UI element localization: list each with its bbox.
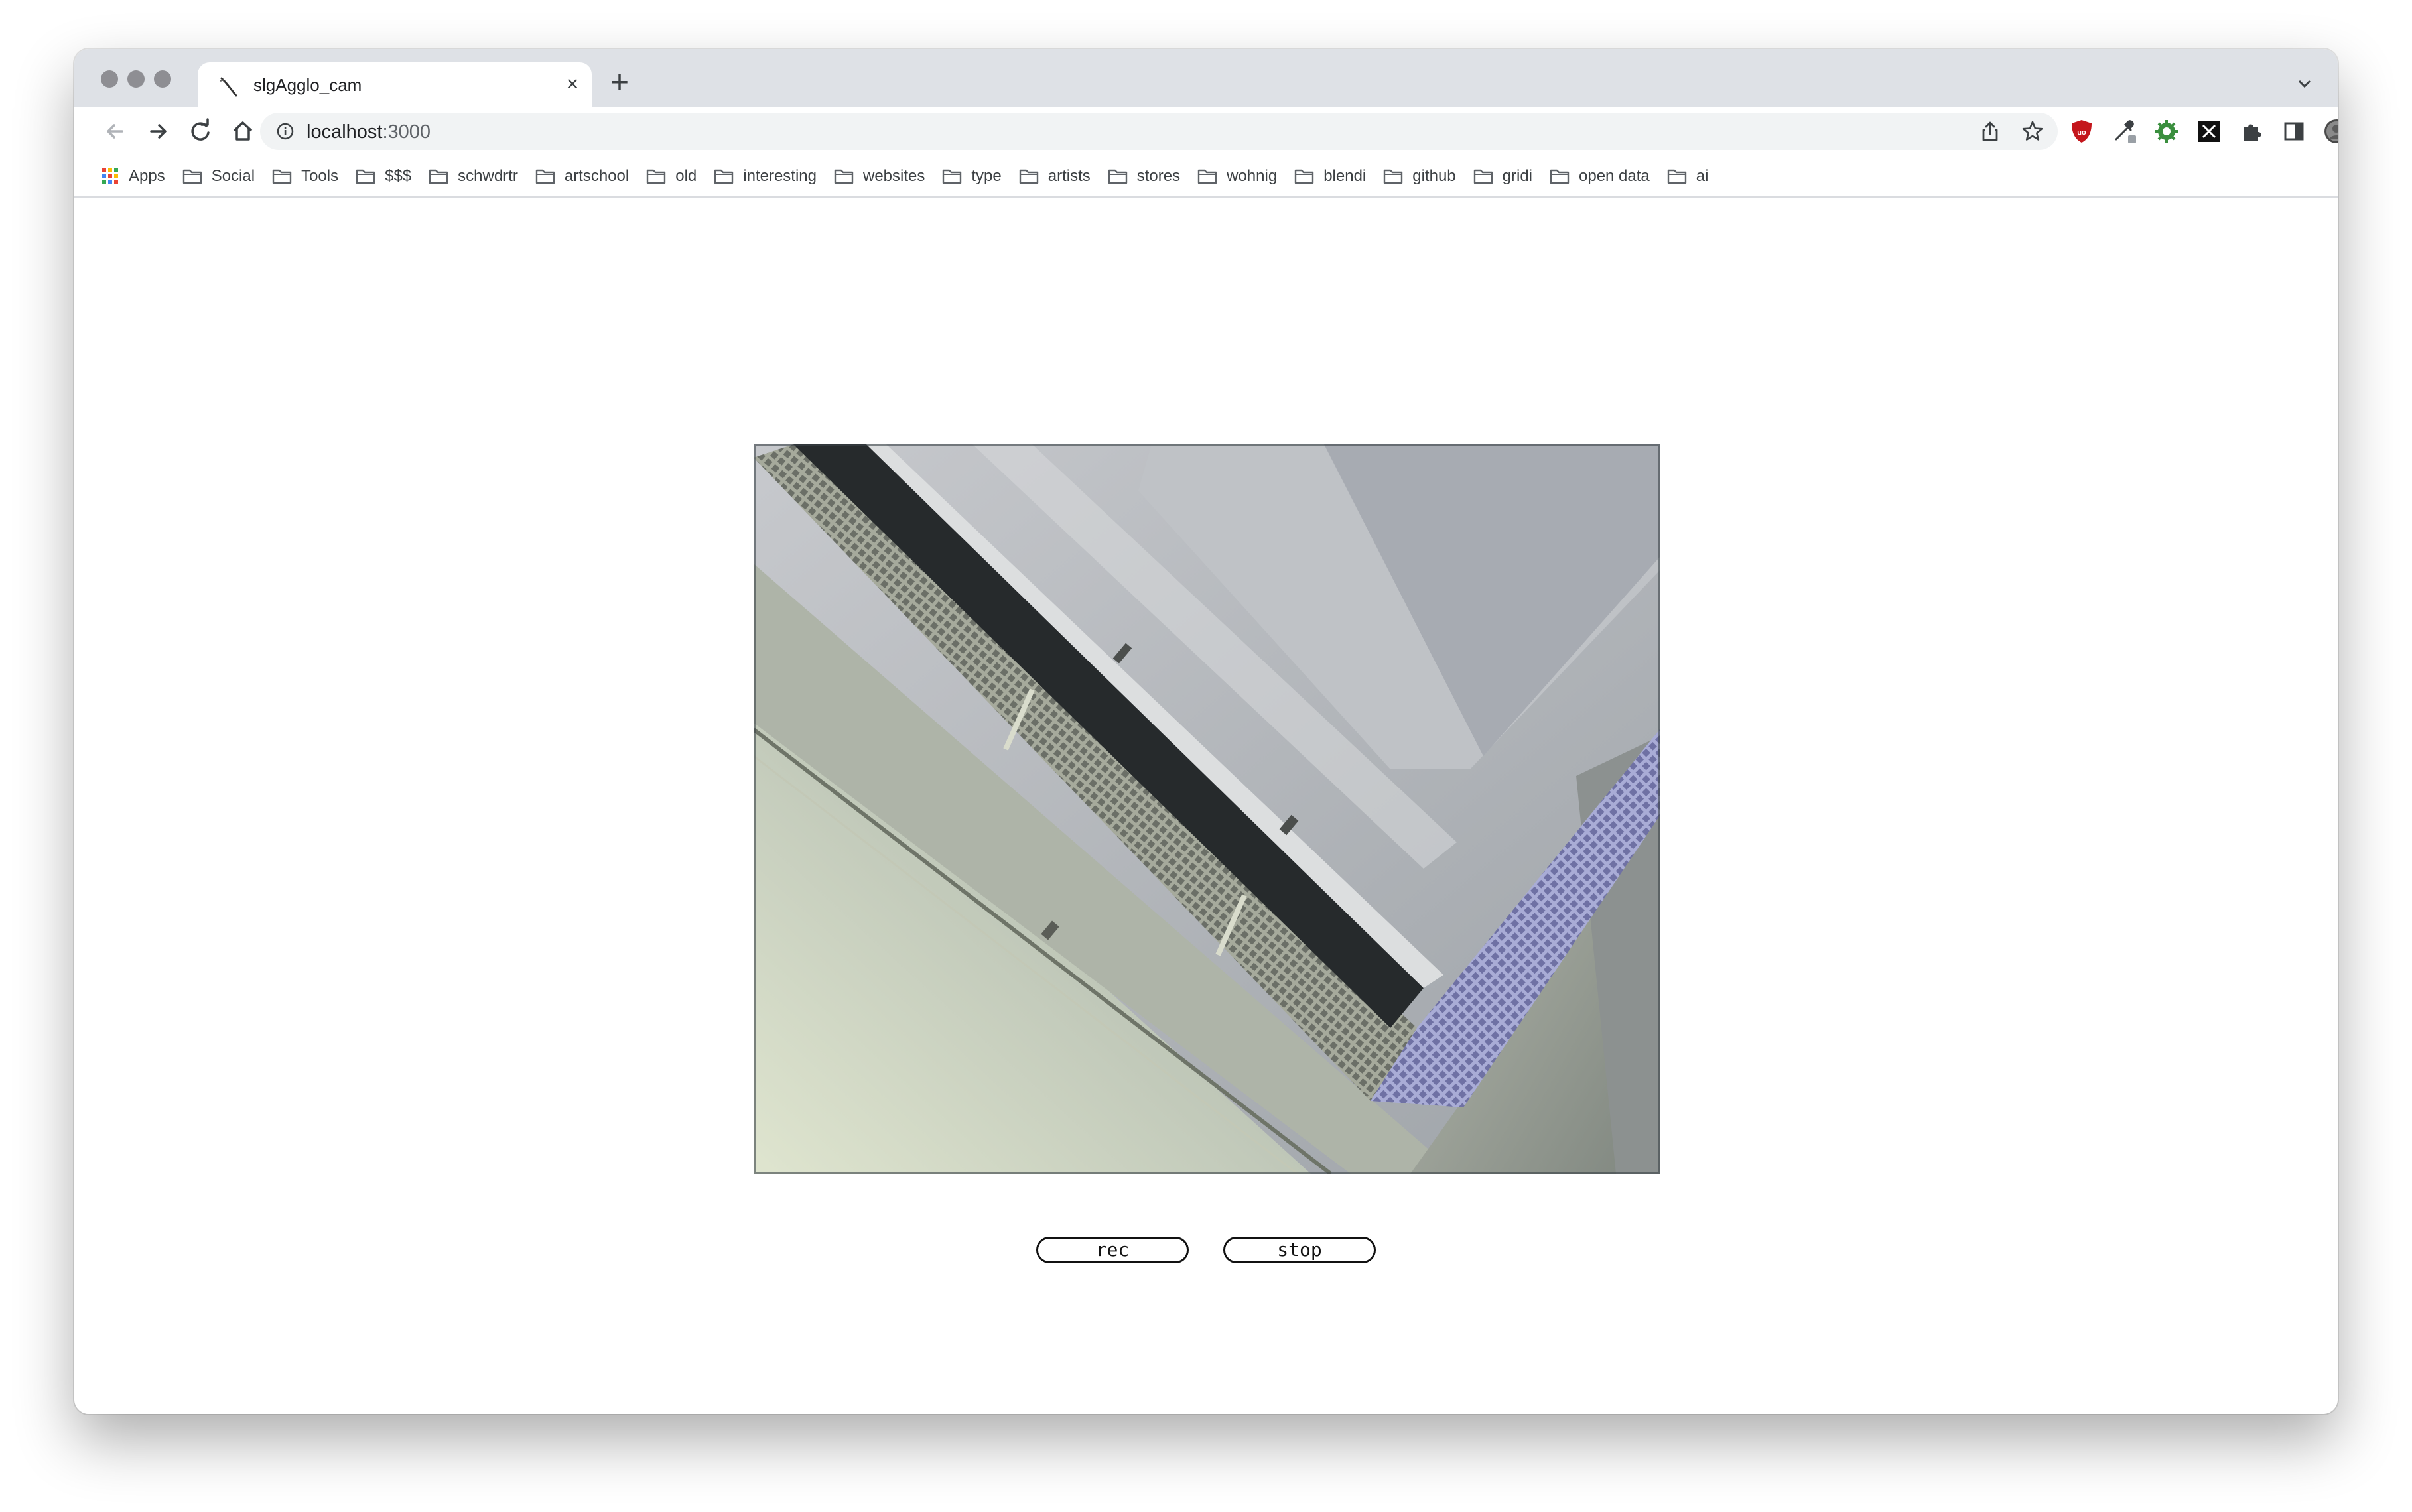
toolbar: localhost:3000 uo bbox=[74, 107, 2338, 155]
reload-icon[interactable] bbox=[186, 117, 215, 146]
folder-icon bbox=[1473, 169, 1493, 184]
bookmark-label: github bbox=[1412, 167, 1456, 185]
bookmark-label: Tools bbox=[301, 167, 339, 185]
eyedropper-extension-icon[interactable] bbox=[2111, 118, 2137, 145]
forward-arrow-icon[interactable] bbox=[143, 117, 172, 146]
bookmark-folder[interactable]: open data bbox=[1542, 163, 1659, 190]
bookmark-folder[interactable]: stores bbox=[1100, 163, 1189, 190]
bookmark-label: old bbox=[675, 167, 697, 185]
bookmark-folder[interactable]: old bbox=[638, 163, 706, 190]
bookmark-label: wohnig bbox=[1227, 167, 1278, 185]
bookmark-folder[interactable]: schwdrtr bbox=[421, 163, 527, 190]
bookmark-label: interesting bbox=[743, 167, 817, 185]
url-host: localhost bbox=[306, 121, 383, 143]
bookmark-folder[interactable]: Social bbox=[174, 163, 264, 190]
bookmark-folder[interactable]: blendi bbox=[1286, 163, 1375, 190]
tab-close-icon[interactable]: × bbox=[561, 72, 584, 95]
folder-icon bbox=[1108, 169, 1127, 184]
folder-icon bbox=[272, 169, 292, 184]
tab-favicon-icon bbox=[220, 77, 237, 97]
bookmark-label: ai bbox=[1696, 167, 1709, 185]
site-info-icon[interactable] bbox=[276, 122, 295, 141]
bookmarks-list: Apps Social Tools $$$ schwdrtr artschool old in… bbox=[93, 163, 1717, 190]
stop-button[interactable]: stop bbox=[1223, 1237, 1376, 1263]
side-panel-icon[interactable] bbox=[2281, 118, 2307, 145]
folder-icon bbox=[943, 169, 962, 184]
bookmark-folder[interactable]: artschool bbox=[527, 163, 638, 190]
camera-feed bbox=[754, 444, 1660, 1174]
rec-button[interactable]: rec bbox=[1036, 1237, 1189, 1263]
bookmark-folder[interactable]: websites bbox=[826, 163, 934, 190]
bookmark-label: Apps bbox=[129, 167, 165, 185]
bookmark-folder[interactable]: gridi bbox=[1465, 163, 1542, 190]
bookmark-folder[interactable]: type bbox=[934, 163, 1010, 190]
tab-search-chevron-icon[interactable] bbox=[2291, 70, 2318, 97]
bookmark-label: stores bbox=[1136, 167, 1181, 185]
bookmark-folder[interactable]: artists bbox=[1011, 163, 1100, 190]
folder-icon bbox=[1384, 169, 1403, 184]
folder-icon bbox=[182, 169, 202, 184]
profile-avatar-icon[interactable] bbox=[2323, 118, 2338, 145]
page-content: rec stop bbox=[74, 199, 2338, 1414]
home-icon[interactable] bbox=[228, 117, 257, 146]
bookmark-label: schwdrtr bbox=[458, 167, 518, 185]
bookmark-folder[interactable]: github bbox=[1375, 163, 1465, 190]
bookmark-label: blendi bbox=[1323, 167, 1367, 185]
bookmark-label: artists bbox=[1047, 167, 1091, 185]
zoom-window-button[interactable] bbox=[154, 70, 171, 88]
apps-grid-icon bbox=[102, 168, 118, 184]
new-tab-button[interactable]: + bbox=[605, 67, 634, 99]
folder-icon bbox=[647, 169, 666, 184]
bookmark-label: $$$ bbox=[385, 167, 412, 185]
folder-icon bbox=[429, 169, 448, 184]
folder-icon bbox=[714, 169, 734, 184]
bookmark-label: websites bbox=[863, 167, 925, 185]
close-window-button[interactable] bbox=[101, 70, 118, 88]
tab-strip: slgAgglo_cam × + bbox=[74, 49, 2338, 107]
folder-icon bbox=[1294, 169, 1314, 184]
bookmark-label: gridi bbox=[1502, 167, 1532, 185]
bookmark-folder[interactable]: $$$ bbox=[348, 163, 421, 190]
bookmark-folder[interactable]: wohnig bbox=[1189, 163, 1286, 190]
gear-extension-icon[interactable] bbox=[2153, 118, 2180, 145]
minimize-window-button[interactable] bbox=[127, 70, 145, 88]
extensions-puzzle-icon[interactable] bbox=[2238, 118, 2265, 145]
folder-icon bbox=[834, 169, 854, 184]
bookmark-label: type bbox=[971, 167, 1002, 185]
bookmark-star-icon[interactable] bbox=[2021, 119, 2044, 143]
recorder-controls: rec stop bbox=[1036, 1237, 1434, 1277]
browser-window: slgAgglo_cam × + localhost:3000 uo Apps … bbox=[74, 49, 2338, 1414]
bookmarks-bar: Apps Social Tools $$$ schwdrtr artschool old in… bbox=[74, 155, 2338, 198]
bookmark-label: Social bbox=[211, 167, 255, 185]
url-port: :3000 bbox=[382, 121, 431, 143]
folder-icon bbox=[535, 169, 555, 184]
address-bar[interactable]: localhost:3000 bbox=[260, 113, 2058, 150]
bookmark-folder[interactable]: ai bbox=[1659, 163, 1718, 190]
back-arrow-icon[interactable] bbox=[101, 117, 130, 146]
folder-icon bbox=[1019, 169, 1038, 184]
folder-icon bbox=[1197, 169, 1217, 184]
bookmark-apps[interactable]: Apps bbox=[93, 163, 174, 190]
folder-icon bbox=[356, 169, 375, 184]
tab-title: slgAgglo_cam bbox=[253, 75, 362, 95]
bookmark-label: open data bbox=[1579, 167, 1650, 185]
share-icon[interactable] bbox=[1978, 119, 2002, 143]
x-extension-icon[interactable] bbox=[2196, 118, 2222, 145]
bookmark-folder[interactable]: Tools bbox=[264, 163, 348, 190]
ublock-origin-icon[interactable]: uo bbox=[2068, 118, 2095, 145]
folder-icon bbox=[1550, 169, 1570, 184]
folder-icon bbox=[1667, 169, 1686, 184]
tab-active[interactable]: slgAgglo_cam × bbox=[198, 62, 592, 107]
bookmark-folder[interactable]: interesting bbox=[706, 163, 826, 190]
url-text[interactable]: localhost:3000 bbox=[306, 121, 431, 143]
bookmark-label: artschool bbox=[564, 167, 630, 185]
svg-text:uo: uo bbox=[2077, 129, 2086, 137]
